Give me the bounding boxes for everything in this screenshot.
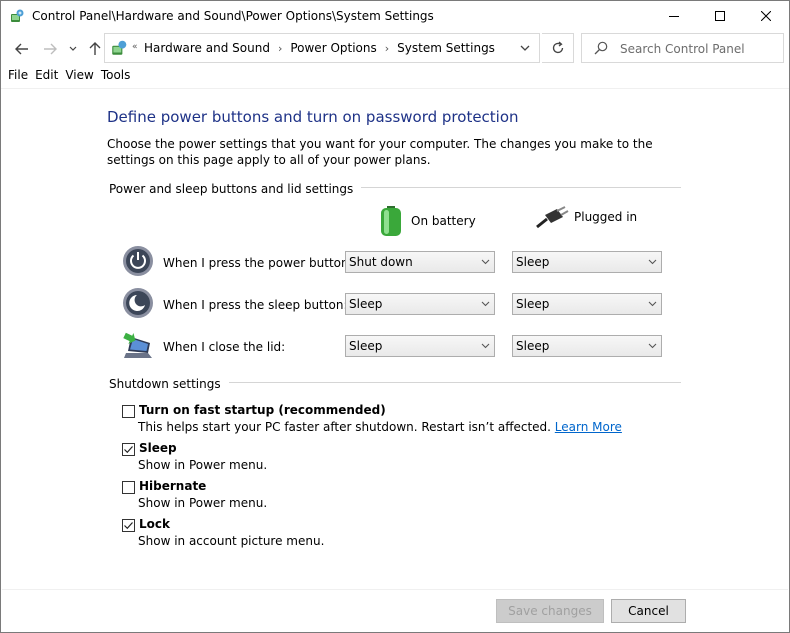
breadcrumb-system-settings[interactable]: System Settings <box>397 41 495 55</box>
hibernate-label[interactable]: Hibernate <box>139 479 206 493</box>
menu-view[interactable]: View <box>58 68 93 88</box>
page-title: Define power buttons and turn on passwor… <box>107 108 519 126</box>
fast-startup-desc-text: This helps start your PC faster after sh… <box>138 420 551 434</box>
control-panel-icon <box>112 40 127 55</box>
fast-startup-label[interactable]: Turn on fast startup (recommended) <box>139 403 386 417</box>
column-header-plugged: Plugged in <box>535 205 637 229</box>
column-header-battery: On battery <box>379 205 476 237</box>
breadcrumb-hardware-and-sound[interactable]: Hardware and Sound <box>144 41 270 55</box>
close-icon <box>761 11 771 21</box>
refresh-button[interactable] <box>542 33 574 63</box>
menu-tools[interactable]: Tools <box>94 68 131 88</box>
sleep-label[interactable]: Sleep <box>139 441 177 455</box>
cancel-button[interactable]: Cancel <box>611 599 686 623</box>
lock-description: Show in account picture menu. <box>138 534 325 548</box>
select-value: Shut down <box>349 255 413 269</box>
menu-file[interactable]: File <box>1 68 28 88</box>
sleep-button-icon <box>123 288 153 318</box>
sleep-checkbox[interactable] <box>122 443 135 456</box>
chevron-down-icon <box>481 259 490 265</box>
control-panel-window: Control Panel\Hardware and Sound\Power O… <box>0 0 790 633</box>
chevron-down-icon <box>481 343 490 349</box>
refresh-icon <box>552 41 563 54</box>
breadcrumb-separator-icon[interactable]: › <box>385 42 389 55</box>
learn-more-link[interactable]: Learn More <box>555 420 622 434</box>
chevron-down-icon <box>481 301 490 307</box>
fast-startup-checkbox[interactable] <box>122 405 135 418</box>
lid-battery-select[interactable]: Sleep <box>345 335 495 357</box>
address-bar[interactable]: « Hardware and Sound › Power Options › S… <box>104 33 540 63</box>
power-group-label: Power and sleep buttons and lid settings <box>109 182 362 196</box>
chevron-down-icon <box>648 343 657 349</box>
column-label-plugged: Plugged in <box>574 210 638 224</box>
maximize-button[interactable] <box>697 1 743 31</box>
select-value: Sleep <box>516 339 550 353</box>
fast-startup-description: This helps start your PC faster after sh… <box>138 420 622 434</box>
back-button[interactable] <box>13 40 31 58</box>
select-value: Sleep <box>516 297 550 311</box>
power-button-plugged-select[interactable]: Sleep <box>512 251 662 273</box>
hibernate-checkbox[interactable] <box>122 481 135 494</box>
minimize-button[interactable] <box>651 1 697 31</box>
select-value: Sleep <box>516 255 550 269</box>
battery-icon <box>381 206 401 236</box>
menu-bar: File Edit View Tools <box>1 68 130 88</box>
sleep-description: Show in Power menu. <box>138 458 268 472</box>
breadcrumb-power-options[interactable]: Power Options <box>290 41 376 55</box>
maximize-icon <box>715 11 725 21</box>
up-button[interactable] <box>86 40 104 58</box>
navigation-bar: « Hardware and Sound › Power Options › S… <box>1 31 789 67</box>
divider <box>1 88 789 89</box>
address-dropdown-icon[interactable] <box>519 42 531 54</box>
close-button[interactable] <box>743 1 789 31</box>
lock-checkbox[interactable] <box>122 519 135 532</box>
lock-label[interactable]: Lock <box>139 517 170 531</box>
select-value: Sleep <box>349 339 383 353</box>
control-panel-icon <box>11 9 24 22</box>
intro-text: Choose the power settings that you want … <box>107 137 653 167</box>
footer-divider <box>2 589 788 590</box>
shutdown-group-label: Shutdown settings <box>109 377 229 391</box>
column-label-battery: On battery <box>411 214 476 228</box>
chevron-down-icon <box>69 46 77 51</box>
hibernate-description: Show in Power menu. <box>138 496 268 510</box>
power-plug-icon <box>536 206 569 229</box>
select-value: Sleep <box>349 297 383 311</box>
up-arrow-icon <box>89 42 101 55</box>
checkmark-icon <box>124 446 133 454</box>
chevron-down-icon <box>648 259 657 265</box>
search-input[interactable] <box>620 40 780 58</box>
window-title: Control Panel\Hardware and Sound\Power O… <box>32 9 434 23</box>
forward-arrow-icon <box>44 43 57 55</box>
forward-button[interactable] <box>41 40 59 58</box>
breadcrumb: Hardware and Sound › Power Options › Sys… <box>144 41 495 55</box>
power-button-battery-select[interactable]: Shut down <box>345 251 495 273</box>
overflow-chevron-icon[interactable]: « <box>132 42 138 52</box>
power-button-label: When I press the power button: <box>163 256 353 270</box>
chevron-down-icon <box>648 301 657 307</box>
lid-label: When I close the lid: <box>163 340 286 354</box>
search-box <box>581 33 784 63</box>
sleep-button-label: When I press the sleep button: <box>163 298 348 312</box>
sleep-button-plugged-select[interactable]: Sleep <box>512 293 662 315</box>
recent-locations-button[interactable] <box>67 40 79 58</box>
lid-plugged-select[interactable]: Sleep <box>512 335 662 357</box>
laptop-lid-icon <box>123 332 152 358</box>
save-changes-button[interactable]: Save changes <box>496 599 604 623</box>
menu-edit[interactable]: Edit <box>28 68 58 88</box>
power-button-icon <box>123 246 153 276</box>
back-arrow-icon <box>15 43 28 55</box>
search-icon <box>594 41 608 55</box>
breadcrumb-separator-icon[interactable]: › <box>278 42 282 55</box>
title-bar: Control Panel\Hardware and Sound\Power O… <box>1 1 789 31</box>
minimize-icon <box>669 16 679 17</box>
checkmark-icon <box>124 522 133 530</box>
sleep-button-battery-select[interactable]: Sleep <box>345 293 495 315</box>
